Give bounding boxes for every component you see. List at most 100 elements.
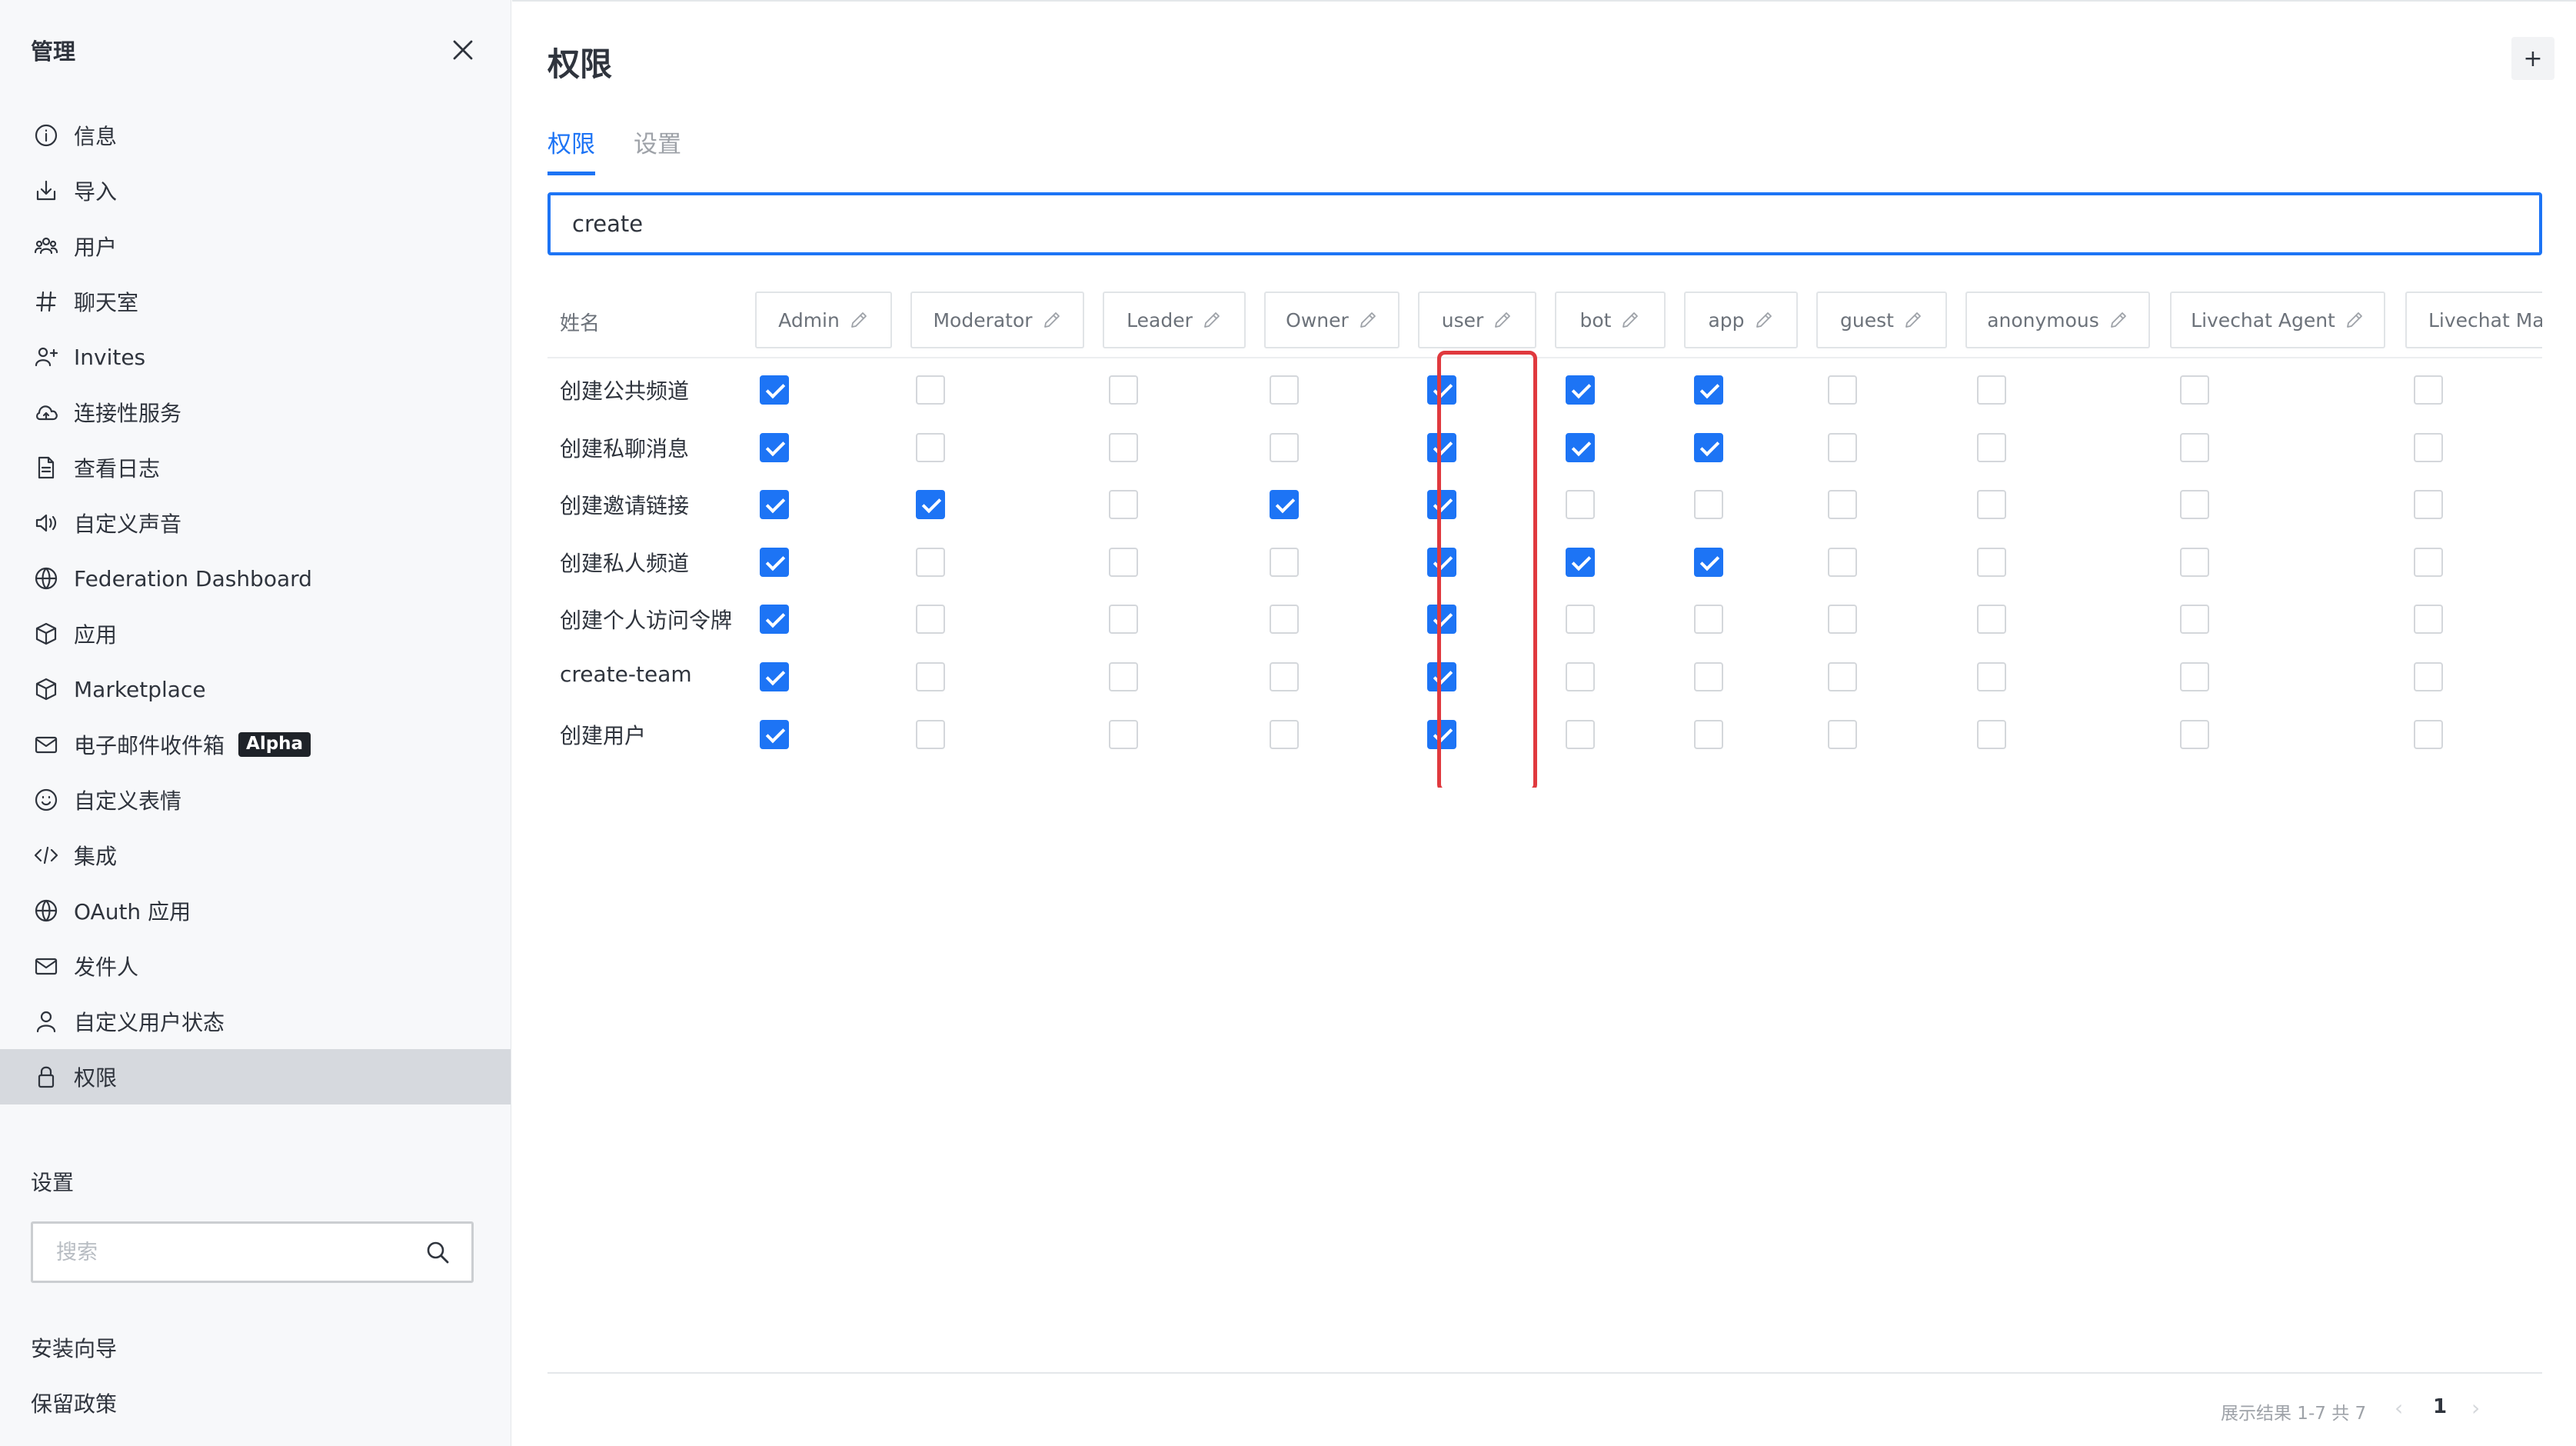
permission-checkbox[interactable]: [1828, 547, 1857, 577]
permission-checkbox[interactable]: [760, 719, 789, 749]
permission-checkbox[interactable]: [1828, 490, 1857, 520]
setup-wizard-link[interactable]: 安装向导: [31, 1332, 117, 1363]
permission-checkbox[interactable]: [1270, 490, 1299, 520]
sidebar-item[interactable]: 集成: [0, 828, 511, 883]
sidebar-item[interactable]: Federation Dashboard: [0, 551, 511, 606]
add-role-button[interactable]: +: [2511, 37, 2554, 80]
permission-checkbox[interactable]: [916, 719, 945, 749]
permission-checkbox[interactable]: [1828, 719, 1857, 749]
next-page-icon[interactable]: ›: [2471, 1395, 2480, 1421]
permission-checkbox[interactable]: [760, 547, 789, 577]
role-header-anonymous[interactable]: anonymous: [1965, 292, 2150, 348]
permission-checkbox[interactable]: [1977, 490, 2006, 520]
sidebar-item[interactable]: 导入: [0, 163, 511, 218]
permission-checkbox[interactable]: [2414, 375, 2443, 405]
permission-checkbox[interactable]: [2180, 375, 2209, 405]
permission-checkbox[interactable]: [1270, 375, 1299, 405]
sidebar-item[interactable]: Invites: [0, 329, 511, 385]
role-header-user[interactable]: user: [1418, 292, 1536, 348]
permission-checkbox[interactable]: [1566, 719, 1595, 749]
sidebar-item[interactable]: 信息: [0, 108, 511, 163]
permission-checkbox[interactable]: [1109, 490, 1138, 520]
permission-checkbox[interactable]: [1977, 432, 2006, 462]
permission-checkbox[interactable]: [1270, 432, 1299, 462]
permission-checkbox[interactable]: [1566, 547, 1595, 577]
permission-checkbox[interactable]: [2414, 662, 2443, 691]
permission-checkbox[interactable]: [1427, 547, 1456, 577]
permission-checkbox[interactable]: [2414, 719, 2443, 749]
permission-checkbox[interactable]: [1109, 432, 1138, 462]
permission-checkbox[interactable]: [916, 490, 945, 520]
role-header-owner[interactable]: Owner: [1264, 292, 1399, 348]
permission-checkbox[interactable]: [760, 432, 789, 462]
role-header-livechat-ma[interactable]: Livechat Ma: [2405, 292, 2542, 348]
role-header-livechat-agent[interactable]: Livechat Agent: [2170, 292, 2385, 348]
permission-checkbox[interactable]: [2180, 605, 2209, 635]
sidebar-item[interactable]: 查看日志: [0, 440, 511, 495]
permission-checkbox[interactable]: [2414, 490, 2443, 520]
tab-settings[interactable]: 设置: [634, 125, 681, 175]
sidebar-item[interactable]: 自定义声音: [0, 495, 511, 551]
permission-checkbox[interactable]: [760, 490, 789, 520]
permission-checkbox[interactable]: [1427, 605, 1456, 635]
permission-checkbox[interactable]: [760, 662, 789, 691]
permission-checkbox[interactable]: [916, 432, 945, 462]
permission-checkbox[interactable]: [1270, 719, 1299, 749]
permission-checkbox[interactable]: [1977, 662, 2006, 691]
permission-checkbox[interactable]: [916, 375, 945, 405]
permission-checkbox[interactable]: [1694, 490, 1723, 520]
close-icon[interactable]: [446, 33, 480, 67]
permission-checkbox[interactable]: [2414, 547, 2443, 577]
permission-checkbox[interactable]: [1566, 490, 1595, 520]
permission-checkbox[interactable]: [1427, 432, 1456, 462]
sidebar-item[interactable]: 聊天室: [0, 274, 511, 329]
permission-checkbox[interactable]: [1270, 547, 1299, 577]
sidebar-item[interactable]: 连接性服务: [0, 385, 511, 440]
permission-checkbox[interactable]: [1977, 547, 2006, 577]
permission-checkbox[interactable]: [1828, 375, 1857, 405]
permission-checkbox[interactable]: [1427, 490, 1456, 520]
permission-checkbox[interactable]: [2180, 432, 2209, 462]
permission-checkbox[interactable]: [916, 605, 945, 635]
sidebar-item[interactable]: OAuth 应用: [0, 883, 511, 938]
permission-checkbox[interactable]: [2180, 662, 2209, 691]
permission-checkbox[interactable]: [1694, 719, 1723, 749]
permission-checkbox[interactable]: [1694, 375, 1723, 405]
permission-checkbox[interactable]: [1694, 547, 1723, 577]
sidebar-item[interactable]: 应用: [0, 606, 511, 661]
permission-checkbox[interactable]: [1977, 719, 2006, 749]
role-header-admin[interactable]: Admin: [755, 292, 892, 348]
sidebar-item[interactable]: 自定义表情: [0, 772, 511, 828]
permission-checkbox[interactable]: [1977, 605, 2006, 635]
permission-checkbox[interactable]: [1427, 719, 1456, 749]
permission-checkbox[interactable]: [2414, 605, 2443, 635]
permission-checkbox[interactable]: [1828, 605, 1857, 635]
permission-checkbox[interactable]: [1828, 662, 1857, 691]
permission-checkbox[interactable]: [916, 662, 945, 691]
sidebar-item[interactable]: 发件人: [0, 938, 511, 994]
retention-policy-link[interactable]: 保留政策: [31, 1388, 117, 1418]
page-number[interactable]: 1: [2433, 1395, 2447, 1418]
permission-checkbox[interactable]: [916, 547, 945, 577]
search-icon[interactable]: [422, 1237, 453, 1268]
permission-checkbox[interactable]: [1694, 605, 1723, 635]
previous-page-icon[interactable]: ‹: [2395, 1395, 2403, 1421]
permission-checkbox[interactable]: [1109, 719, 1138, 749]
role-header-app[interactable]: app: [1684, 292, 1798, 348]
permission-checkbox[interactable]: [2180, 490, 2209, 520]
sidebar-item[interactable]: Marketplace: [0, 661, 511, 717]
permission-checkbox[interactable]: [2180, 719, 2209, 749]
permission-checkbox[interactable]: [760, 605, 789, 635]
permission-filter-input[interactable]: [572, 211, 2518, 237]
permission-checkbox[interactable]: [1566, 662, 1595, 691]
sidebar-item[interactable]: 电子邮件收件箱 Alpha: [0, 717, 511, 772]
sidebar-item[interactable]: 权限: [0, 1049, 511, 1104]
role-header-moderator[interactable]: Moderator: [910, 292, 1084, 348]
sidebar-item[interactable]: 用户: [0, 218, 511, 274]
permission-checkbox[interactable]: [1694, 662, 1723, 691]
role-header-bot[interactable]: bot: [1555, 292, 1666, 348]
permission-checkbox[interactable]: [2180, 547, 2209, 577]
sidebar-item[interactable]: 自定义用户状态: [0, 994, 511, 1049]
tab-permissions[interactable]: 权限: [547, 125, 595, 175]
permission-checkbox[interactable]: [1109, 547, 1138, 577]
